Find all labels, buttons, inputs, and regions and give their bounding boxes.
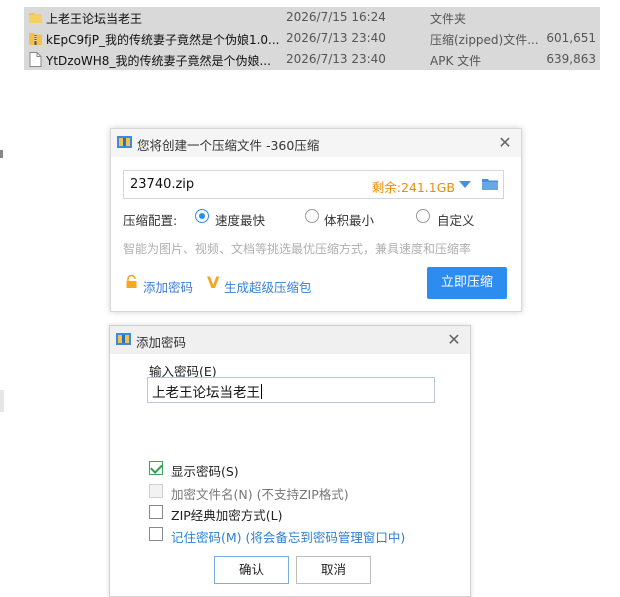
file-type: 压缩(zipped)文件... (430, 33, 539, 47)
super-pack-icon: V (207, 273, 220, 292)
radio-fastest-label[interactable]: 速度最快 (215, 210, 265, 229)
show-password-label[interactable]: 显示密码(S) (171, 461, 239, 480)
compress-dialog-title: 您将创建一个压缩文件 -360压缩 (137, 138, 320, 153)
360-zip-app-icon (116, 333, 131, 345)
file-type: 文件夹 (430, 12, 467, 26)
archive-path-field[interactable]: 23740.zip 剩余:241.1GB (123, 170, 504, 199)
compress-dialog: 您将创建一个压缩文件 -360压缩 ✕ 23740.zip 剩余:241.1GB… (110, 128, 522, 312)
360-zip-app-icon (117, 136, 132, 148)
free-space-label: 剩余:241.1GB (371, 180, 455, 195)
radio-smallest-label[interactable]: 体积最小 (324, 210, 374, 229)
file-name: YtDzoWH8_我的传统妻子竟然是个伪娘... (46, 54, 271, 68)
cancel-button[interactable]: 取消 (296, 556, 371, 584)
lock-icon (126, 275, 137, 288)
password-dialog-title: 添加密码 (136, 335, 187, 350)
close-icon[interactable]: ✕ (444, 330, 464, 350)
compress-dialog-titlebar[interactable]: 您将创建一个压缩文件 -360压缩 ✕ (111, 129, 521, 157)
file-name: kEpC9fjP_我的传统妻子竟然是个伪娘1.0... (46, 33, 280, 47)
remember-password-label[interactable]: 记住密码(M) (将会备忘到密码管理窗口中) (171, 527, 405, 546)
file-row-folder[interactable]: 上老王论坛当老王 2026/7/15 16:24 文件夹 (24, 7, 600, 28)
text-caret (261, 384, 262, 399)
ok-button[interactable]: 确认 (214, 556, 289, 584)
zip-file-icon (29, 33, 42, 45)
window-edge-mark (0, 150, 3, 158)
remember-password-checkbox[interactable] (149, 527, 163, 541)
archive-filename: 23740.zip (130, 177, 195, 192)
radio-custom-label[interactable]: 自定义 (437, 210, 475, 229)
file-name: 上老王论坛当老王 (46, 12, 143, 26)
password-dialog: 添加密码 ✕ 输入密码(E) 上老王论坛当老王 显示密码(S) 加密文件名(N)… (109, 325, 471, 597)
password-input[interactable]: 上老王论坛当老王 (147, 377, 435, 403)
file-date: 2026/7/13 23:40 (286, 52, 386, 66)
file-row-apk[interactable]: YtDzoWH8_我的传统妻子竟然是个伪娘... 2026/7/13 23:40… (24, 49, 600, 70)
close-icon[interactable]: ✕ (495, 133, 515, 153)
dropdown-arrow-icon[interactable] (459, 181, 471, 188)
radio-fastest[interactable] (195, 209, 209, 223)
compress-now-button[interactable]: 立即压缩 (427, 267, 507, 299)
zip-classic-encryption-label[interactable]: ZIP经典加密方式(L) (171, 505, 283, 524)
file-size: 639,863 (546, 52, 596, 66)
folder-icon (29, 13, 42, 23)
zip-classic-encryption-checkbox[interactable] (149, 505, 163, 519)
file-type: APK 文件 (430, 54, 482, 68)
file-row-zip[interactable]: kEpC9fjP_我的传统妻子竟然是个伪娘1.0... 2026/7/13 23… (24, 28, 600, 49)
file-icon (29, 52, 42, 67)
add-password-link[interactable]: 添加密码 (143, 277, 193, 296)
browse-folder-icon[interactable] (482, 177, 498, 191)
password-dialog-titlebar[interactable]: 添加密码 ✕ (110, 326, 470, 354)
super-pack-link[interactable]: 生成超级压缩包 (224, 277, 312, 296)
file-size: 601,651 (546, 31, 596, 45)
show-password-checkbox[interactable] (149, 461, 163, 475)
radio-smallest[interactable] (305, 209, 319, 223)
file-date: 2026/7/13 23:40 (286, 31, 386, 45)
compress-hint: 智能为图片、视频、文档等挑选最优压缩方式，兼具速度和压缩率 (123, 242, 472, 256)
file-date: 2026/7/15 16:24 (286, 10, 386, 24)
window-edge-scroll (0, 390, 4, 412)
password-value: 上老王论坛当老王 (152, 384, 262, 401)
compress-config-label: 压缩配置: (123, 213, 178, 228)
radio-custom[interactable] (416, 209, 430, 223)
encrypt-filename-checkbox (149, 484, 163, 498)
encrypt-filename-label: 加密文件名(N) (不支持ZIP格式) (171, 487, 349, 502)
